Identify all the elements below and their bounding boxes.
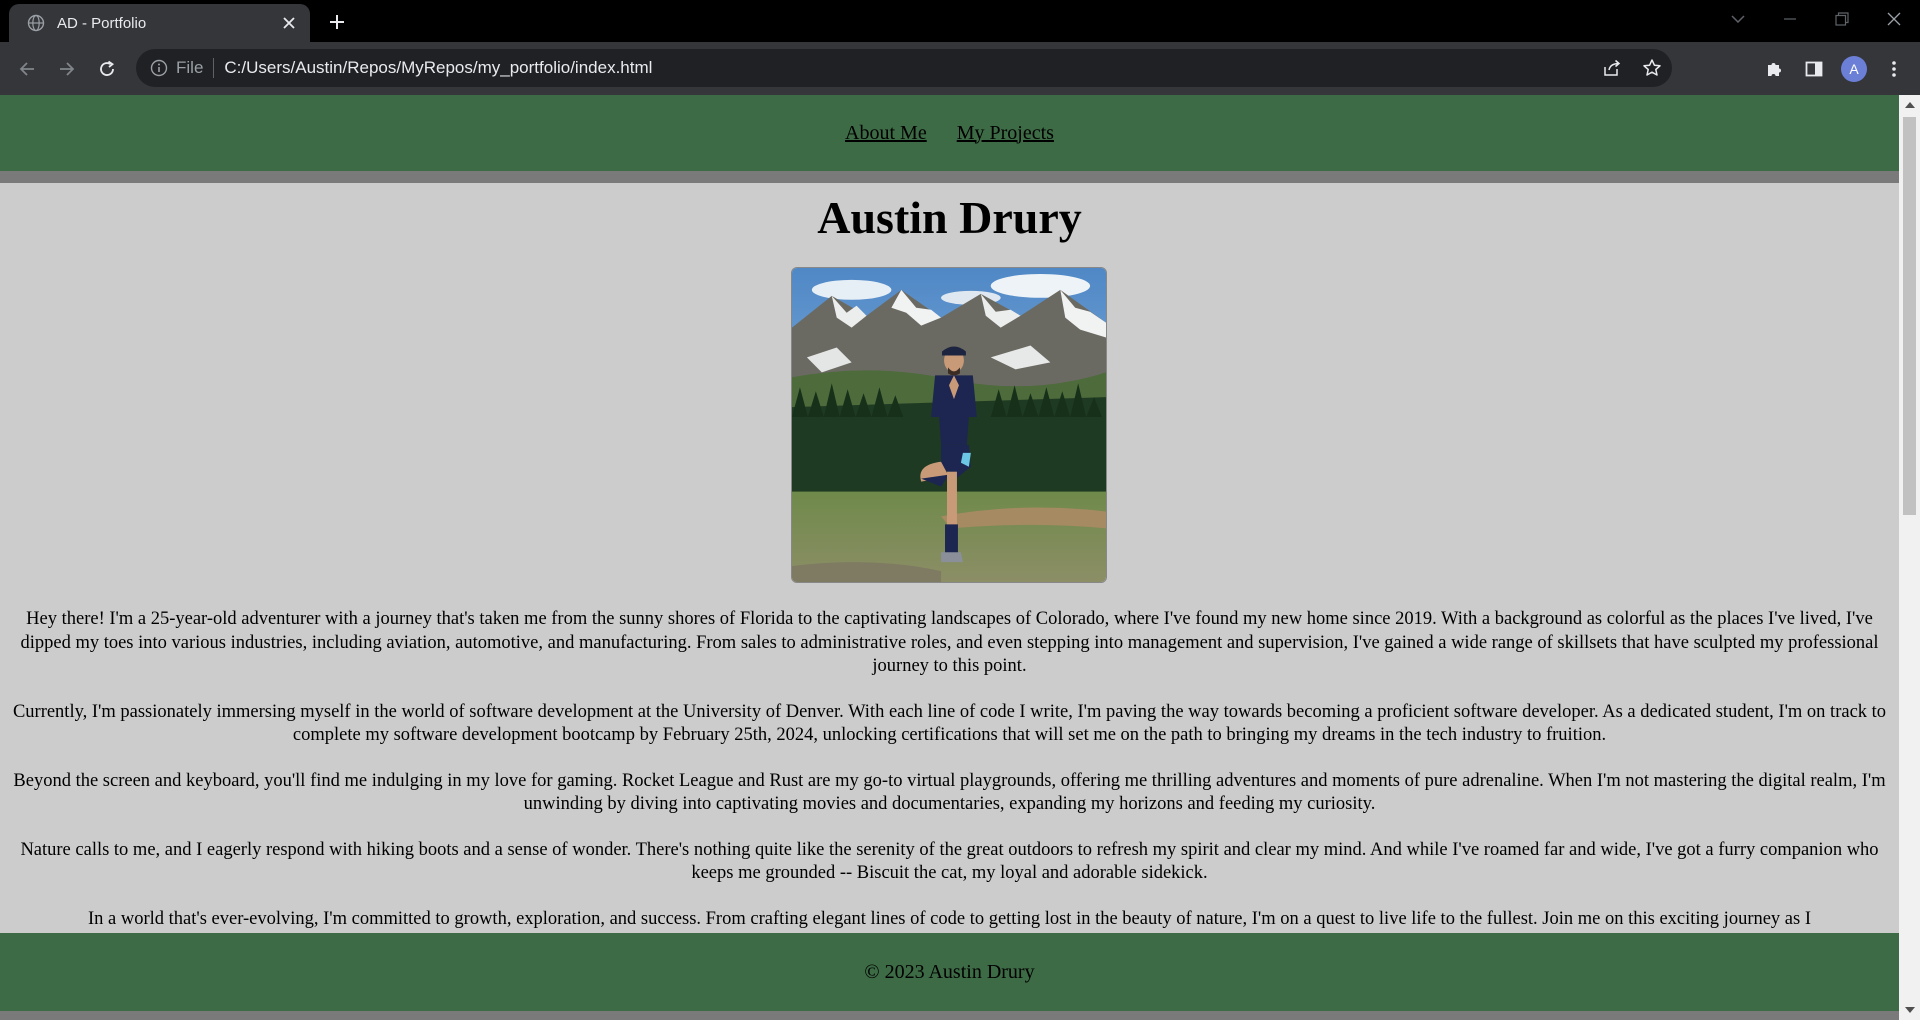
tab-title: AD - Portfolio bbox=[57, 14, 147, 32]
arrow-right-icon bbox=[60, 62, 75, 76]
vertical-scrollbar[interactable] bbox=[1899, 95, 1920, 1020]
restore-button[interactable] bbox=[1816, 0, 1868, 38]
url-text[interactable]: C:/Users/Austin/Repos/MyRepos/my_portfol… bbox=[224, 58, 652, 78]
arrow-left-icon bbox=[19, 62, 34, 76]
new-tab-button[interactable] bbox=[323, 8, 351, 36]
scrollbar-thumb[interactable] bbox=[1903, 117, 1916, 515]
bio-paragraph: Beyond the screen and keyboard, you'll f… bbox=[13, 770, 1886, 815]
bio-text: Hey there! I'm a 25-year-old adventurer … bbox=[8, 608, 1891, 953]
plus-icon bbox=[330, 15, 344, 29]
browser-tab[interactable]: AD - Portfolio bbox=[9, 4, 310, 42]
minimize-icon bbox=[1784, 18, 1796, 20]
share-icon[interactable] bbox=[1592, 49, 1632, 87]
window-controls bbox=[1712, 0, 1920, 42]
close-window-button[interactable] bbox=[1868, 0, 1920, 38]
footer-divider bbox=[0, 1011, 1899, 1020]
scroll-up-arrow-icon[interactable] bbox=[1899, 97, 1920, 113]
forward-button[interactable] bbox=[51, 53, 83, 85]
copyright-text: © 2023 Austin Drury bbox=[864, 960, 1035, 983]
kebab-menu-icon[interactable] bbox=[1874, 51, 1914, 87]
tab-search-button[interactable] bbox=[1712, 0, 1764, 38]
profile-photo bbox=[791, 267, 1107, 583]
extensions-puzzle-icon[interactable] bbox=[1754, 51, 1794, 87]
url-separator bbox=[213, 58, 215, 78]
bookmark-star-icon[interactable] bbox=[1632, 49, 1672, 87]
bio-paragraph: In a world that's ever-evolving, I'm com… bbox=[87, 908, 1812, 929]
site-nav: About Me My Projects bbox=[0, 95, 1899, 171]
avatar: A bbox=[1841, 56, 1867, 82]
restore-icon bbox=[1835, 12, 1849, 26]
close-icon bbox=[1887, 12, 1901, 26]
url-scheme-label: File bbox=[176, 58, 204, 77]
bio-paragraph: Hey there! I'm a 25-year-old adventurer … bbox=[20, 609, 1879, 676]
page-title: Austin Drury bbox=[817, 192, 1082, 243]
minimize-button[interactable] bbox=[1764, 0, 1816, 38]
browser-toolbar: File C:/Users/Austin/Repos/MyRepos/my_po… bbox=[0, 42, 1920, 95]
bio-paragraph: Nature calls to me, and I eagerly respon… bbox=[20, 839, 1879, 884]
profile-avatar-button[interactable]: A bbox=[1834, 51, 1874, 87]
chevron-down-icon bbox=[1731, 15, 1745, 23]
side-panel-icon[interactable] bbox=[1794, 51, 1834, 87]
info-icon[interactable] bbox=[150, 59, 168, 77]
scroll-down-arrow-icon[interactable] bbox=[1899, 1002, 1920, 1018]
back-button[interactable] bbox=[11, 53, 43, 85]
nav-link-my-projects[interactable]: My Projects bbox=[957, 122, 1054, 145]
globe-icon bbox=[27, 14, 45, 32]
nav-link-about-me[interactable]: About Me bbox=[845, 122, 927, 145]
reload-button[interactable] bbox=[91, 53, 123, 85]
browser-tab-strip: AD - Portfolio bbox=[0, 0, 1920, 42]
reload-icon bbox=[100, 60, 115, 76]
address-bar[interactable]: File C:/Users/Austin/Repos/MyRepos/my_po… bbox=[136, 49, 1672, 87]
site-footer: © 2023 Austin Drury bbox=[0, 933, 1899, 1011]
page-viewport: About Me My Projects Austin Drury Hey th… bbox=[0, 95, 1899, 1020]
bio-paragraph: Currently, I'm passionately immersing my… bbox=[12, 701, 1887, 746]
close-tab-icon[interactable] bbox=[278, 12, 300, 34]
nav-divider bbox=[0, 171, 1899, 183]
